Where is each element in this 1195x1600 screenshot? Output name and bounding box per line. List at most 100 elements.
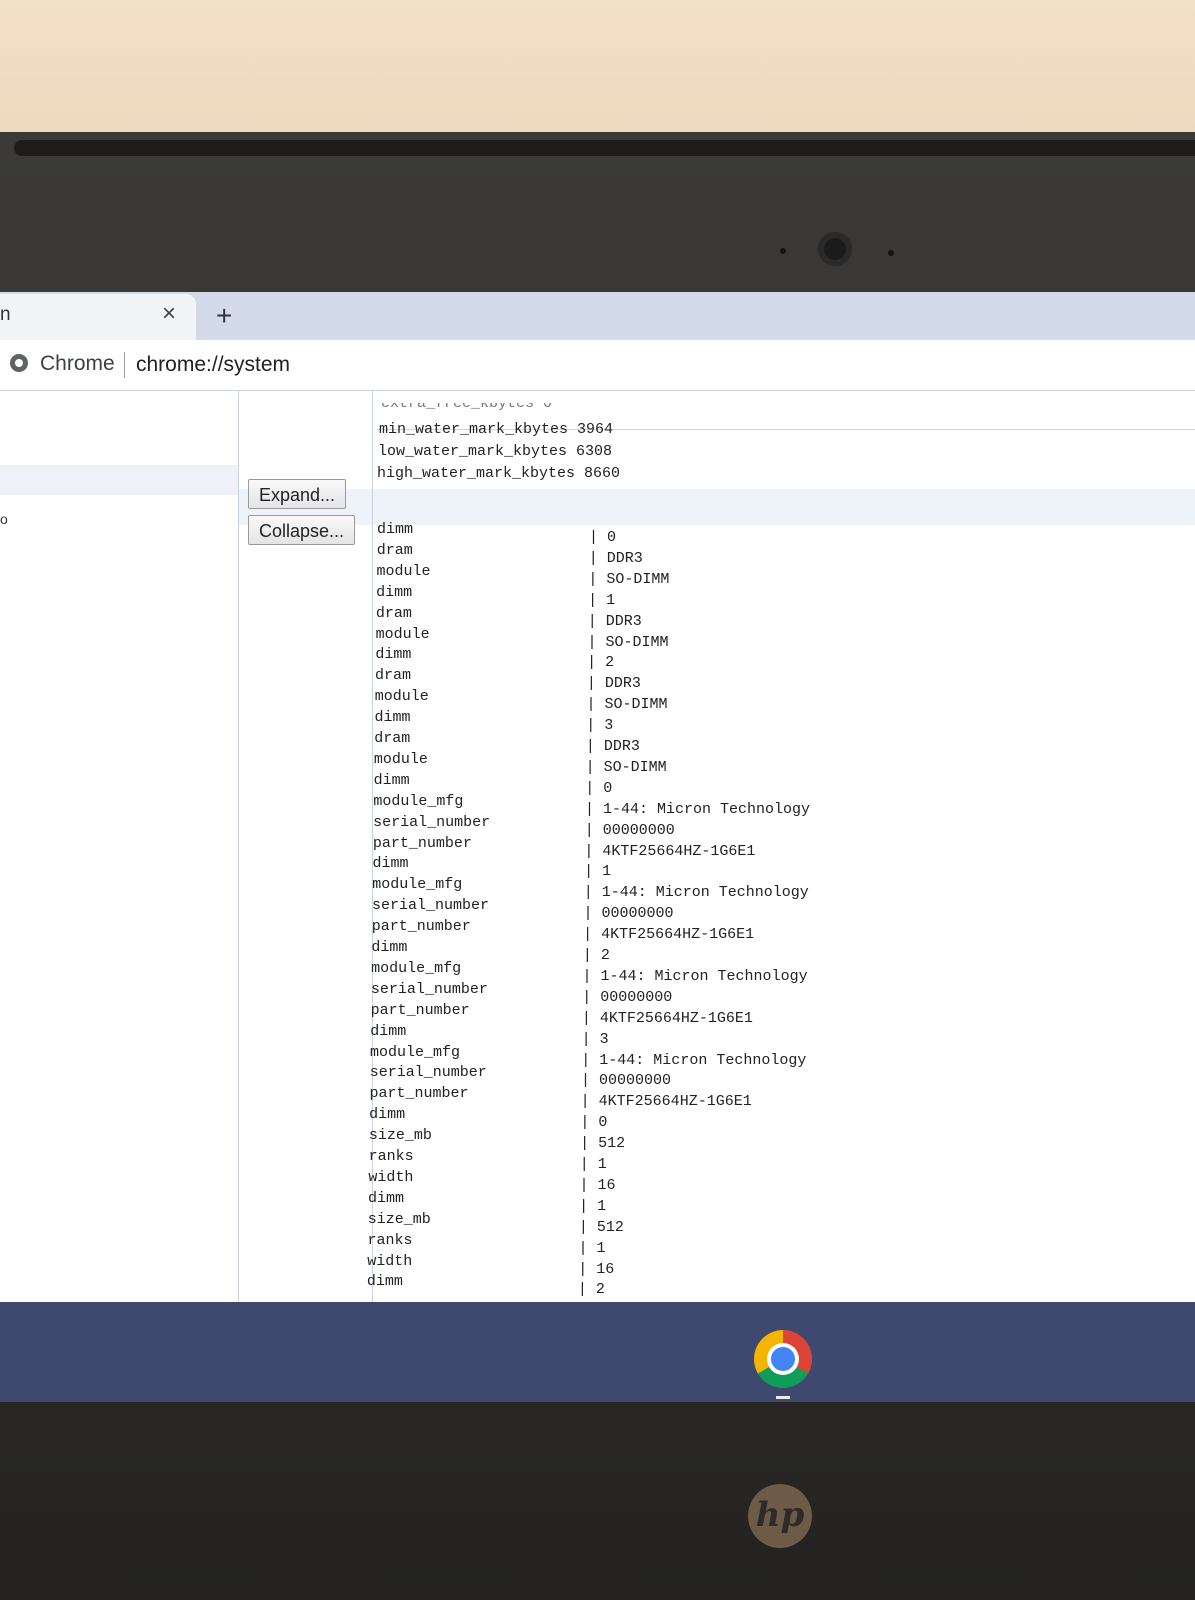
table-row-key: module	[375, 625, 430, 643]
memory-line: min_water_mark_kbytes 3964	[379, 421, 614, 438]
table-row-key: part_number	[370, 1001, 470, 1019]
table-row-key: module_mfg	[372, 876, 463, 894]
table-row-key: module	[373, 750, 428, 768]
table-row-key: width	[368, 1168, 414, 1186]
table-row-key: dimm	[368, 1189, 405, 1207]
table-row-key: dimm	[373, 771, 410, 789]
table-row-value: | 2	[577, 1281, 605, 1299]
address-divider	[124, 352, 125, 378]
chrome-icon[interactable]	[754, 1330, 812, 1388]
table-row-key: size_mb	[368, 1127, 432, 1145]
page-content: o Expand... Collapse... extra_free_kbyte…	[0, 391, 1195, 1402]
table-row-value: | 00000000	[583, 905, 674, 923]
table-row-value: | DDR3	[588, 549, 643, 567]
table-row-key: module	[374, 688, 429, 706]
collapse-button[interactable]: Collapse...	[248, 515, 356, 545]
table-row-value: | DDR3	[586, 675, 641, 693]
table-row-key: part_number	[371, 918, 471, 936]
tab-title: n	[0, 304, 11, 325]
hp-logo: hp	[748, 1484, 812, 1548]
table-row-value: | 0	[585, 779, 613, 797]
key-column: o	[0, 391, 239, 1402]
table-row-key: ranks	[367, 1231, 413, 1249]
tab-strip: n × +	[0, 292, 1195, 340]
table-row-key: module_mfg	[370, 1043, 461, 1061]
sidebar-highlight	[0, 465, 238, 495]
table-row-value: | 512	[580, 1135, 626, 1153]
webcam-icon	[818, 232, 852, 266]
table-row-key: dimm	[375, 646, 412, 664]
table-row-value: | 2	[587, 654, 615, 672]
table-row-key: module_mfg	[373, 792, 464, 810]
table-row-value: | 4KTF25664HZ-1G6E1	[581, 1009, 753, 1027]
table-row-value: | 1	[578, 1239, 606, 1257]
table-row-key: dimm	[377, 521, 414, 538]
table-row-value: | 00000000	[584, 821, 675, 839]
table-row-value: | 1-44: Micron Technology	[584, 800, 811, 818]
sensor-dot-icon	[888, 250, 894, 256]
table-row-key: dram	[376, 541, 413, 559]
screen: n × + Chrome chrome://system o Expand...…	[0, 292, 1195, 1402]
table-row-key: dimm	[371, 939, 408, 956]
lid-edge	[14, 140, 1195, 156]
table-row-value: | 1	[579, 1156, 607, 1173]
close-icon[interactable]: ×	[162, 300, 176, 328]
table-row-value: | 4KTF25664HZ-1G6E1	[584, 842, 756, 860]
sidebar-text: o	[0, 511, 8, 527]
table-row-key: dimm	[376, 583, 413, 601]
table-row-value: | SO-DIMM	[587, 633, 669, 651]
table-row-key: dram	[374, 730, 411, 747]
site-label: Chrome	[40, 352, 115, 375]
value-column: extra_free_kbytes 0 min_water_mark_kbyte…	[367, 391, 1195, 1402]
mic-dot-icon	[780, 248, 786, 254]
table-row-key: ranks	[368, 1148, 414, 1165]
table-row-key: serial_number	[373, 813, 491, 831]
table-row-value: | 512	[578, 1218, 624, 1236]
table-row-key: dram	[375, 667, 412, 685]
table-row-value: | 1-44: Micron Technology	[581, 1051, 807, 1069]
table-row-key: dimm	[370, 1022, 407, 1040]
table-row-value: | 00000000	[580, 1072, 671, 1090]
table-row-value: | 1	[579, 1197, 607, 1215]
table-row-value: | 1-44: Micron Technology	[583, 884, 809, 902]
new-tab-button[interactable]: +	[216, 300, 232, 332]
memory-line: high_water_mark_kbytes 8660	[377, 465, 621, 482]
table-row-value: | 1	[588, 591, 616, 609]
table-row-key: serial_number	[371, 897, 489, 915]
table-row-value: | DDR3	[585, 738, 640, 755]
table-row-value: | 1	[584, 863, 612, 881]
table-row-key: part_number	[369, 1085, 469, 1103]
table-row-key: dimm	[366, 1273, 403, 1291]
table-row-value: | 2	[582, 947, 610, 964]
table-row-key: width	[367, 1252, 413, 1270]
table-row-value: | 0	[580, 1114, 608, 1132]
table-row-value: | SO-DIMM	[586, 696, 668, 714]
table-row-key: module	[376, 562, 431, 580]
shelf-active-indicator	[776, 1396, 790, 1399]
table-row-value: | 16	[579, 1176, 616, 1194]
table-row-value: | 1-44: Micron Technology	[582, 967, 808, 985]
table-row-key: serial_number	[369, 1064, 487, 1082]
table-row-value: | 3	[586, 717, 614, 735]
table-row-key: dimm	[374, 709, 411, 727]
table-row-value: | 3	[581, 1030, 609, 1048]
table-row-key: module_mfg	[371, 959, 462, 977]
table-row-key: dimm	[372, 855, 409, 873]
wall-background	[0, 0, 1195, 150]
table-row-key: serial_number	[370, 980, 488, 998]
table-row-value: | SO-DIMM	[585, 758, 667, 776]
chrome-icon	[10, 354, 28, 372]
table-row-key: dimm	[369, 1106, 406, 1124]
tab-system[interactable]: n ×	[0, 294, 196, 340]
shelf	[0, 1302, 1195, 1402]
url-text[interactable]: chrome://system	[136, 353, 290, 377]
table-row-value: | 16	[578, 1260, 615, 1278]
table-row-value: | 0	[589, 529, 617, 546]
table-row-value: | 00000000	[582, 988, 673, 1006]
expand-button[interactable]: Expand...	[248, 479, 347, 509]
table-row-value: | 4KTF25664HZ-1G6E1	[580, 1093, 752, 1111]
table-row-value: | SO-DIMM	[588, 570, 670, 588]
table-row-key: dram	[375, 604, 412, 622]
table-row-key: size_mb	[367, 1210, 431, 1228]
table-row-key: part_number	[372, 834, 472, 852]
